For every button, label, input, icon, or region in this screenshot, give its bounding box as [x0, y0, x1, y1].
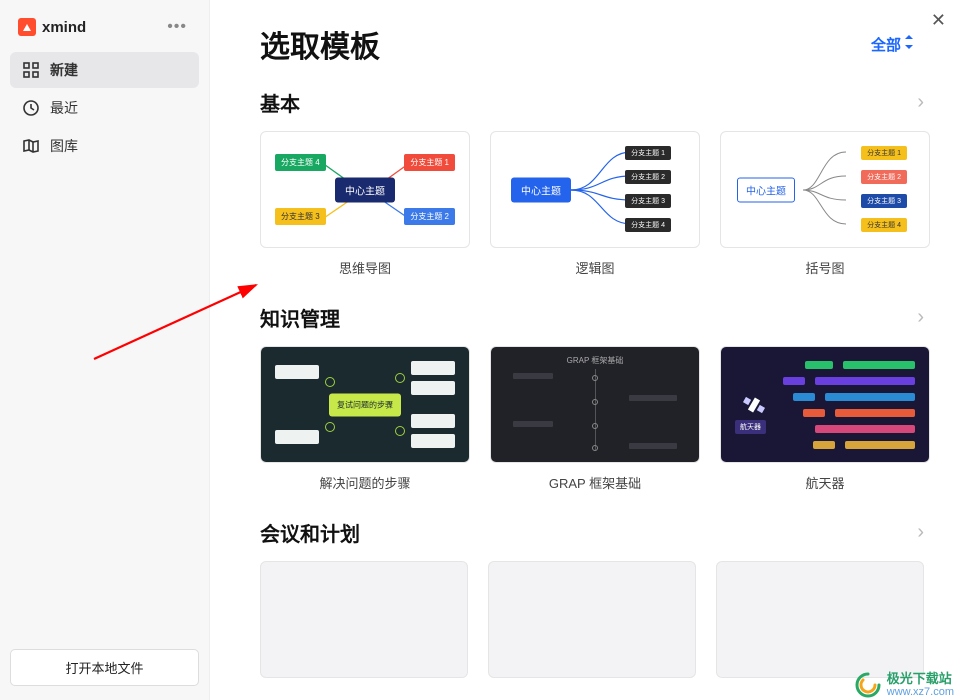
main-header: 选取模板 全部	[260, 22, 924, 66]
chevron-right-icon: ›	[917, 91, 924, 114]
sidebar-header: xmind •••	[10, 10, 199, 52]
sidebar-item-gallery[interactable]: 图库	[10, 128, 199, 164]
open-local-file-button[interactable]: 打开本地文件	[10, 649, 199, 686]
template-thumb[interactable]	[716, 561, 924, 678]
filter-label: 全部	[871, 34, 901, 55]
node: 分支主题 2	[625, 170, 671, 184]
template-label: 逻辑图	[575, 258, 614, 277]
section-knowledge: 知识管理 › 复试问题的步骤	[260, 303, 924, 492]
watermark-url: www.xz7.com	[887, 686, 954, 698]
sidebar-nav: 新建 最近 图库	[10, 52, 199, 164]
node-center: 中心主题	[335, 177, 395, 202]
template-card-spacecraft: 航天器 航天器	[720, 346, 930, 492]
sort-icon	[904, 35, 914, 53]
watermark-logo-icon	[855, 672, 881, 698]
template-card-problem-steps: 复试问题的步骤 解决问题的步骤	[260, 346, 470, 492]
sidebar-item-label: 新建	[50, 60, 78, 80]
section-header-knowledge[interactable]: 知识管理 ›	[260, 303, 924, 332]
clock-icon	[22, 99, 40, 117]
sidebar-item-label: 最近	[50, 98, 78, 118]
watermark-text: 极光下载站	[887, 672, 954, 686]
brand: xmind	[18, 18, 86, 36]
section-title: 知识管理	[260, 303, 340, 332]
template-thumb[interactable]	[488, 561, 696, 678]
card-row-knowledge: 复试问题的步骤 解决问题的步骤	[260, 346, 924, 492]
sidebar-item-label: 图库	[50, 136, 78, 156]
node-center: 复试问题的步骤	[329, 393, 401, 416]
section-title: 会议和计划	[260, 518, 360, 547]
node: 分支主题 4	[275, 154, 326, 171]
app-root: xmind ••• 新建 最近 图库	[0, 0, 960, 700]
grid-icon	[22, 61, 40, 79]
section-basic: 基本 › 中心主题 分支主题 4	[260, 88, 924, 277]
template-thumb[interactable]	[260, 561, 468, 678]
node: 分支主题 2	[404, 208, 455, 225]
template-label: 解决问题的步骤	[319, 473, 410, 492]
node-center: 中心主题	[737, 177, 795, 202]
section-meeting: 会议和计划 ›	[260, 518, 924, 678]
node: 分支主题 1	[404, 154, 455, 171]
sidebar: xmind ••• 新建 最近 图库	[0, 0, 210, 700]
section-header-meeting[interactable]: 会议和计划 ›	[260, 518, 924, 547]
brand-logo-icon	[18, 18, 36, 36]
chevron-right-icon: ›	[917, 521, 924, 544]
node: 分支主题 4	[861, 218, 907, 232]
template-label: 括号图	[805, 258, 844, 277]
node: 分支主题 2	[861, 170, 907, 184]
node: 分支主题 3	[861, 194, 907, 208]
template-thumb[interactable]: 复试问题的步骤	[260, 346, 470, 463]
card-row-basic: 中心主题 分支主题 4 分支主题 1 分支主题 3 分支主题 2 思维导图	[260, 131, 924, 277]
template-thumb[interactable]: GRAP 框架基础	[490, 346, 700, 463]
template-thumb[interactable]: 中心主题 分支主题 4 分支主题 1 分支主题 3 分支主题 2	[260, 131, 470, 248]
template-label: GRAP 框架基础	[549, 473, 641, 492]
filter-dropdown[interactable]: 全部	[871, 34, 914, 55]
node-center: 航天器	[735, 420, 766, 434]
template-card-bracket: 中心主题 分支主题 1 分支主题 2 分支主题 3 分支主题 4 括号图	[720, 131, 930, 277]
node-center: GRAP 框架基础	[567, 355, 624, 366]
template-label: 航天器	[805, 473, 844, 492]
sidebar-item-new[interactable]: 新建	[10, 52, 199, 88]
template-label: 思维导图	[339, 258, 391, 277]
node: 分支主题 4	[625, 218, 671, 232]
node: 分支主题 1	[861, 146, 907, 160]
page-title: 选取模板	[260, 22, 380, 66]
sidebar-footer: 打开本地文件	[10, 639, 199, 690]
watermark: 极光下载站 www.xz7.com	[855, 672, 954, 698]
template-card-grap: GRAP 框架基础 GRAP 框架基础	[490, 346, 700, 492]
node: 分支主题 3	[625, 194, 671, 208]
sidebar-item-recent[interactable]: 最近	[10, 90, 199, 126]
close-button[interactable]: ✕	[931, 10, 946, 31]
section-header-basic[interactable]: 基本 ›	[260, 88, 924, 117]
section-title: 基本	[260, 88, 300, 117]
map-icon	[22, 137, 40, 155]
chevron-right-icon: ›	[917, 306, 924, 329]
template-thumb[interactable]: 航天器	[720, 346, 930, 463]
template-thumb[interactable]: 中心主题 分支主题 1 分支主题 2 分支主题 3 分支主题 4	[490, 131, 700, 248]
node-center: 中心主题	[511, 177, 571, 202]
node: 分支主题 1	[625, 146, 671, 160]
template-thumb[interactable]: 中心主题 分支主题 1 分支主题 2 分支主题 3 分支主题 4	[720, 131, 930, 248]
more-menu-button[interactable]: •••	[163, 16, 191, 38]
brand-name: xmind	[42, 19, 86, 36]
template-card-mindmap: 中心主题 分支主题 4 分支主题 1 分支主题 3 分支主题 2 思维导图	[260, 131, 470, 277]
satellite-icon	[741, 392, 767, 418]
main-content: ✕ 选取模板 全部 基本 ›	[210, 0, 960, 700]
template-card-logic: 中心主题 分支主题 1 分支主题 2 分支主题 3 分支主题 4 逻辑图	[490, 131, 700, 277]
card-row-meeting	[260, 561, 924, 678]
node: 分支主题 3	[275, 208, 326, 225]
